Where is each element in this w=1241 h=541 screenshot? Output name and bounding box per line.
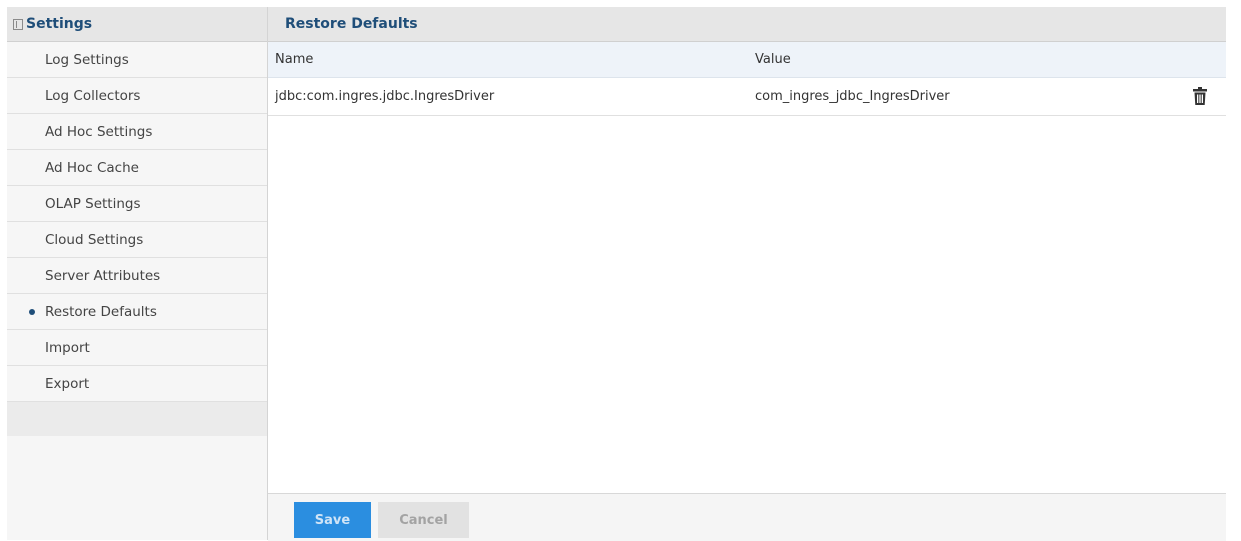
sidebar-item-export[interactable]: Export	[7, 366, 267, 402]
sidebar-item-olap-settings[interactable]: OLAP Settings	[7, 186, 267, 222]
collapse-panel-icon[interactable]	[13, 18, 23, 30]
sidebar-item-label: Server Attributes	[45, 267, 161, 284]
cell-name: jdbc:com.ingres.jdbc.IngresDriver	[275, 89, 495, 104]
save-button[interactable]: Save	[294, 502, 371, 538]
sidebar-title: Settings	[26, 16, 93, 32]
sidebar-item-ad-hoc-settings[interactable]: Ad Hoc Settings	[7, 114, 267, 150]
main-panel: Restore Defaults Name Value jdbc:com.ing…	[268, 7, 1226, 541]
sidebar-header[interactable]: Settings	[7, 7, 267, 42]
page-title: Restore Defaults	[268, 7, 1226, 42]
sidebar-item-import[interactable]: Import	[7, 330, 267, 366]
table-header: Name Value	[268, 42, 1226, 78]
sidebar-item-label: Ad Hoc Cache	[45, 159, 139, 176]
sidebar: Settings Log Settings Log Collectors Ad …	[7, 7, 268, 540]
sidebar-item-label: Log Collectors	[45, 87, 141, 104]
sidebar-item-label: Import	[45, 339, 90, 356]
cell-value: com_ingres_jdbc_IngresDriver	[755, 89, 950, 104]
table-row[interactable]: jdbc:com.ingres.jdbc.IngresDriver com_in…	[268, 78, 1226, 116]
column-header-name[interactable]: Name	[275, 52, 313, 67]
sidebar-item-server-attributes[interactable]: Server Attributes	[7, 258, 267, 294]
settings-window: Settings Log Settings Log Collectors Ad …	[7, 7, 1226, 541]
sidebar-item-restore-defaults[interactable]: Restore Defaults	[7, 294, 267, 330]
sidebar-spacer	[7, 402, 267, 436]
column-header-value[interactable]: Value	[755, 52, 791, 67]
sidebar-item-label: Restore Defaults	[45, 303, 157, 320]
footer-bar: Save Cancel	[268, 493, 1226, 541]
sidebar-menu: Log Settings Log Collectors Ad Hoc Setti…	[7, 42, 267, 402]
sidebar-item-label: Ad Hoc Settings	[45, 123, 153, 140]
sidebar-item-cloud-settings[interactable]: Cloud Settings	[7, 222, 267, 258]
sidebar-item-log-settings[interactable]: Log Settings	[7, 42, 267, 78]
sidebar-item-label: Cloud Settings	[45, 231, 144, 248]
trash-icon[interactable]	[1193, 87, 1207, 105]
sidebar-item-label: Log Settings	[45, 51, 129, 68]
sidebar-item-ad-hoc-cache[interactable]: Ad Hoc Cache	[7, 150, 267, 186]
sidebar-item-label: Export	[45, 375, 90, 392]
sidebar-item-log-collectors[interactable]: Log Collectors	[7, 78, 267, 114]
cancel-button[interactable]: Cancel	[378, 502, 469, 538]
sidebar-item-label: OLAP Settings	[45, 195, 141, 212]
